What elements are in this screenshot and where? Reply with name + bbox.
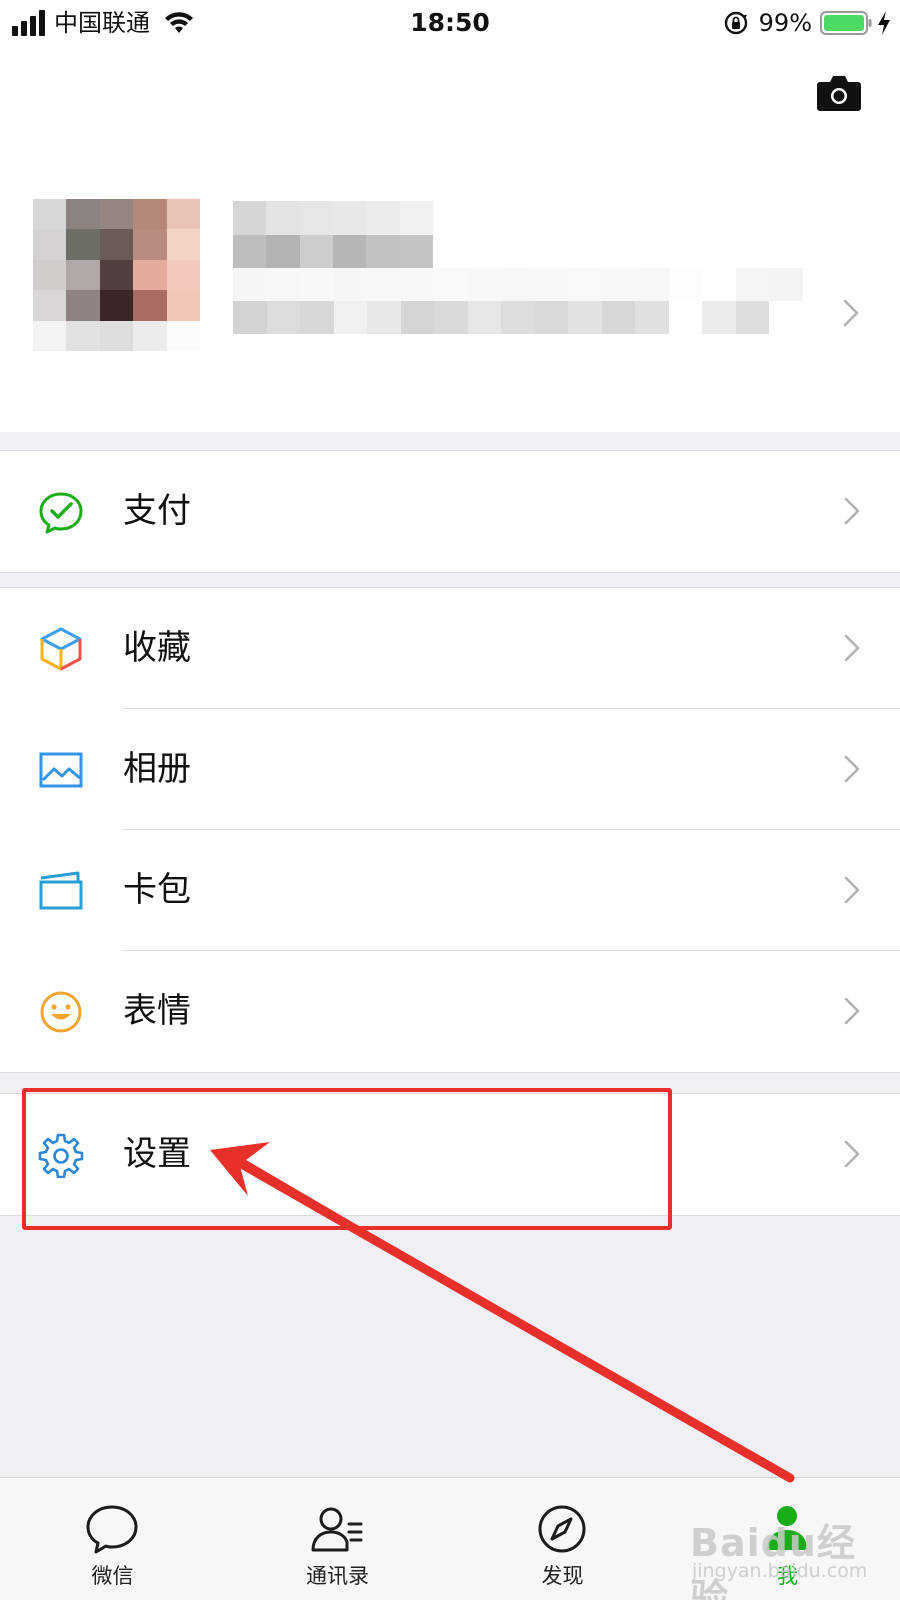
menu-group-settings: 设置 [0, 1093, 900, 1216]
tab-contacts[interactable]: 通讯录 [225, 1478, 450, 1600]
chevron-right-icon [844, 1140, 860, 1168]
chevron-right-icon [844, 876, 860, 904]
menu-item-label: 表情 [123, 991, 191, 1031]
menu-item-album[interactable]: 相册 [0, 709, 900, 830]
camera-icon[interactable] [816, 74, 862, 112]
menu-group-main: 收藏 相册 卡包 表情 [0, 587, 900, 1073]
menu-item-label: 设置 [123, 1134, 191, 1174]
tab-label: 我 [777, 1564, 798, 1588]
chevron-right-icon [844, 997, 860, 1025]
avatar[interactable] [33, 199, 200, 351]
me-person-icon [767, 1506, 807, 1550]
status-right: 99% [723, 6, 892, 40]
tab-label: 通讯录 [306, 1564, 369, 1588]
tab-me[interactable]: 我 [675, 1478, 900, 1600]
menu-item-card-wallet[interactable]: 卡包 [0, 830, 900, 951]
charging-bolt-icon [878, 11, 890, 35]
chat-bubble-icon [86, 1505, 138, 1554]
rotation-lock-icon [724, 11, 747, 35]
menu-item-label: 卡包 [123, 870, 191, 910]
menu-item-pay[interactable]: 支付 [0, 451, 900, 572]
compass-icon [538, 1505, 586, 1553]
menu-item-label: 支付 [123, 491, 191, 531]
profile-header[interactable] [0, 46, 900, 432]
tab-discover[interactable]: 发现 [450, 1478, 675, 1600]
chevron-right-icon [844, 634, 860, 662]
menu-group-pay: 支付 [0, 450, 900, 573]
menu-item-label: 相册 [123, 749, 191, 789]
album-picture-icon [39, 752, 83, 788]
profile-name-blurred [233, 201, 433, 269]
chevron-right-icon [843, 299, 859, 327]
card-wallet-icon [39, 871, 83, 910]
tab-bar: 微信 通讯录 发现 我 [0, 1477, 900, 1600]
profile-id-blurred [233, 268, 803, 334]
chevron-right-icon [844, 755, 860, 783]
menu-item-favorites[interactable]: 收藏 [0, 588, 900, 709]
battery-percent: 99% [758, 9, 812, 37]
menu-item-stickers[interactable]: 表情 [0, 951, 900, 1072]
contacts-icon [311, 1507, 363, 1552]
battery-icon [820, 11, 872, 35]
tab-label: 微信 [91, 1564, 134, 1588]
status-bar: 中国联通 18:50 99% [0, 0, 900, 46]
favorites-cube-icon [40, 627, 82, 671]
settings-gear-icon [38, 1133, 84, 1178]
menu-item-settings[interactable]: 设置 [0, 1094, 900, 1215]
sticker-smiley-icon [40, 991, 82, 1033]
menu-item-label: 收藏 [123, 628, 191, 668]
tab-label: 发现 [541, 1564, 584, 1588]
chevron-right-icon [844, 497, 860, 525]
wechat-pay-icon [39, 492, 83, 534]
tab-chats[interactable]: 微信 [0, 1478, 225, 1600]
